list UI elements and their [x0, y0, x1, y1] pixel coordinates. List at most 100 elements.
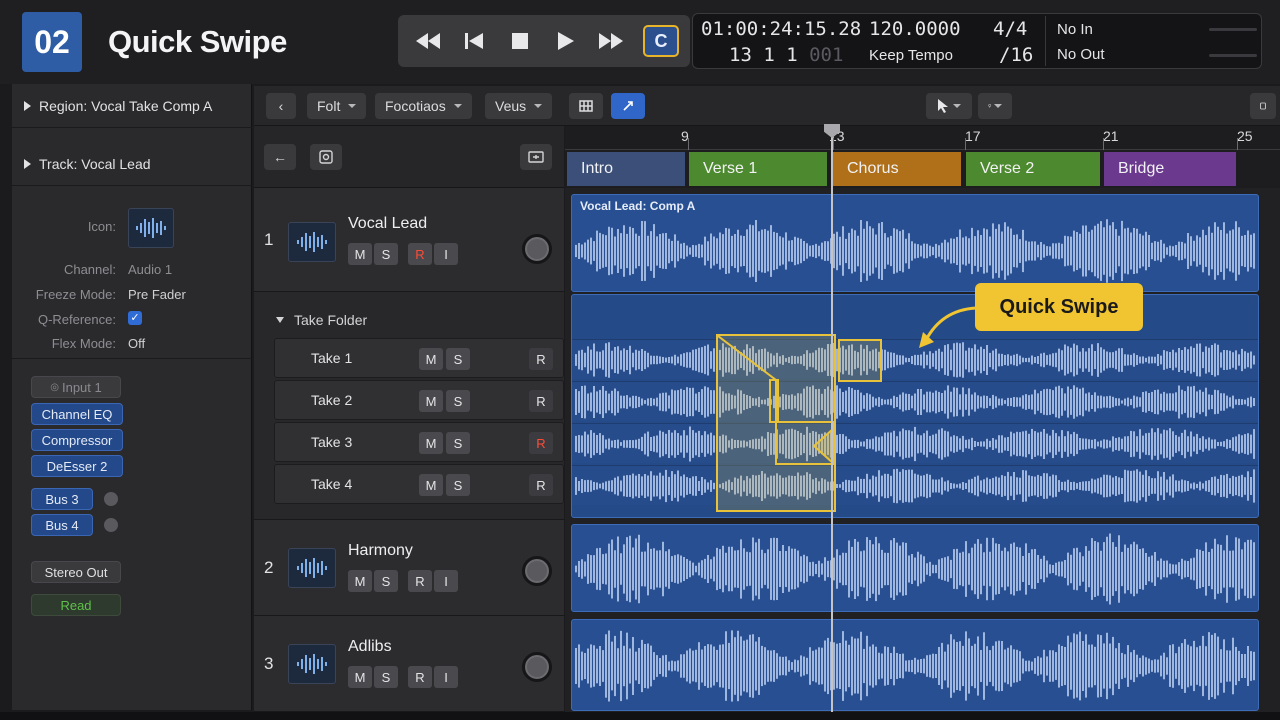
harmony-region[interactable]	[571, 524, 1259, 612]
freeze-mode-label: Freeze Mode:	[35, 287, 116, 302]
volume-knob[interactable]	[522, 556, 552, 586]
ruler-tick	[965, 138, 966, 150]
track-header-3[interactable]: 3 Adlibs M S R I	[254, 616, 564, 712]
new-track-button[interactable]	[310, 144, 342, 170]
take-lane-3[interactable]	[572, 423, 1258, 463]
global-tracks-button[interactable]	[520, 144, 552, 170]
lcd-timecode: 01:00:24:15.28	[701, 18, 862, 40]
view-menu[interactable]: Veus	[485, 93, 553, 119]
track-header-1[interactable]: 1 Vocal Lead M S R I	[254, 188, 564, 292]
mute-button[interactable]: M	[348, 570, 372, 592]
edit-menu[interactable]: Folt	[307, 93, 367, 119]
plugin-slot-1[interactable]: Channel EQ	[31, 403, 123, 425]
region-inspector-header[interactable]: Region: Vocal Take Comp A	[12, 84, 252, 128]
take-mute-button[interactable]: M	[419, 432, 443, 454]
take-row-1[interactable]: Take 1 M S R	[274, 338, 564, 378]
take-solo-button[interactable]: S	[446, 474, 470, 496]
comp-region[interactable]: Vocal Lead: Comp A	[571, 194, 1259, 292]
rewind-button[interactable]	[412, 25, 444, 57]
freeze-mode-value[interactable]: Pre Fader	[128, 287, 186, 302]
take-record-button[interactable]: R	[529, 390, 553, 412]
take-row-4[interactable]: Take 4 M S R	[274, 464, 564, 504]
q-reference-checkbox[interactable]: ✓	[128, 311, 142, 325]
take-mute-button[interactable]: M	[419, 348, 443, 370]
solo-button[interactable]: S	[374, 666, 398, 688]
marker-verse-2[interactable]: Verse 2	[966, 152, 1100, 186]
send-level-knob-1[interactable]	[103, 491, 119, 507]
flex-mode-value[interactable]: Off	[128, 336, 145, 351]
quick-swipe-selection[interactable]	[716, 334, 836, 512]
bar-ruler[interactable]: 9 13 17 21 25	[565, 126, 1280, 150]
take-row-3[interactable]: Take 3 M S R	[274, 422, 564, 462]
go-to-beginning-button[interactable]	[458, 25, 490, 57]
take-record-button[interactable]: R	[529, 432, 553, 454]
lcd-midi-in: No In	[1057, 21, 1093, 38]
input-monitor-button[interactable]: I	[434, 666, 458, 688]
take-row-2[interactable]: Take 2 M S R	[274, 380, 564, 420]
plugin-slot-3[interactable]: DeEsser 2	[31, 455, 123, 477]
solo-button[interactable]: S	[374, 570, 398, 592]
marker-intro[interactable]: Intro	[567, 152, 685, 186]
catch-playhead-button[interactable]	[611, 93, 645, 119]
lcd-time-signature: 4/4	[993, 18, 1028, 40]
track-header-2[interactable]: 2 Harmony M S R I	[254, 520, 564, 616]
marker-bridge[interactable]: Bridge	[1104, 152, 1236, 186]
back-arrow-button[interactable]: ←	[264, 144, 296, 170]
library-toggle-button[interactable]	[1250, 93, 1276, 119]
disclosure-open-icon	[276, 317, 284, 323]
bottom-edge	[0, 712, 1280, 720]
take-solo-button[interactable]: S	[446, 390, 470, 412]
lcd-display[interactable]: 01:00:24:15.28 13 1 1 001 120.0000 Keep …	[692, 13, 1262, 69]
take-mute-button[interactable]: M	[419, 390, 443, 412]
volume-knob[interactable]	[522, 652, 552, 682]
disk-meter	[1209, 54, 1257, 57]
input-slot[interactable]: ◎ Input 1	[31, 376, 121, 398]
snap-grid-button[interactable]	[569, 93, 603, 119]
marker-chorus[interactable]: Chorus	[833, 152, 961, 186]
record-enable-button[interactable]: R	[408, 570, 432, 592]
input-monitor-button[interactable]: I	[434, 570, 458, 592]
take-folder-header[interactable]: Take Folder	[276, 312, 367, 328]
quick-swipe-selection-extension[interactable]	[838, 339, 882, 382]
stop-button[interactable]	[504, 25, 536, 57]
track-name[interactable]: Vocal Lead	[348, 215, 427, 233]
track-name[interactable]: Adlibs	[348, 638, 392, 656]
playhead[interactable]	[831, 126, 833, 712]
take-record-button[interactable]: R	[529, 474, 553, 496]
step-badge: 02	[22, 12, 82, 72]
output-slot[interactable]: Stereo Out	[31, 561, 121, 583]
cycle-button[interactable]: C	[643, 25, 679, 57]
track-name[interactable]: Harmony	[348, 542, 413, 560]
back-button[interactable]: ‹	[266, 93, 296, 119]
record-enable-button[interactable]: R	[408, 666, 432, 688]
plugin-slot-2[interactable]: Compressor	[31, 429, 123, 451]
track-icon-picker[interactable]	[128, 208, 174, 248]
send-slot-1[interactable]: Bus 3	[31, 488, 93, 510]
take-solo-button[interactable]: S	[446, 432, 470, 454]
play-button[interactable]	[550, 25, 582, 57]
take-solo-button[interactable]: S	[446, 348, 470, 370]
ruler-tick	[688, 138, 689, 150]
fast-forward-button[interactable]	[595, 25, 627, 57]
mute-button[interactable]: M	[348, 243, 372, 265]
take-mute-button[interactable]: M	[419, 474, 443, 496]
ruler-bar-label: 25	[1237, 128, 1253, 144]
take-record-button[interactable]: R	[529, 348, 553, 370]
pointer-tool-menu[interactable]	[926, 93, 972, 119]
mute-button[interactable]: M	[348, 666, 372, 688]
channel-value[interactable]: Audio 1	[128, 262, 172, 277]
track-inspector-header[interactable]: Track: Vocal Lead	[12, 142, 252, 186]
functions-menu[interactable]: Focotiaos	[375, 93, 472, 119]
solo-button[interactable]: S	[374, 243, 398, 265]
send-level-knob-2[interactable]	[103, 517, 119, 533]
take-lane-2[interactable]	[572, 381, 1258, 421]
command-tool-menu[interactable]	[978, 93, 1012, 119]
input-monitor-button[interactable]: I	[434, 243, 458, 265]
take-lane-4[interactable]	[572, 465, 1258, 505]
adlibs-region[interactable]	[571, 619, 1259, 711]
send-slot-2[interactable]: Bus 4	[31, 514, 93, 536]
automation-mode-button[interactable]: Read	[31, 594, 121, 616]
volume-knob[interactable]	[522, 234, 552, 264]
record-enable-button[interactable]: R	[408, 243, 432, 265]
marker-verse-1[interactable]: Verse 1	[689, 152, 827, 186]
